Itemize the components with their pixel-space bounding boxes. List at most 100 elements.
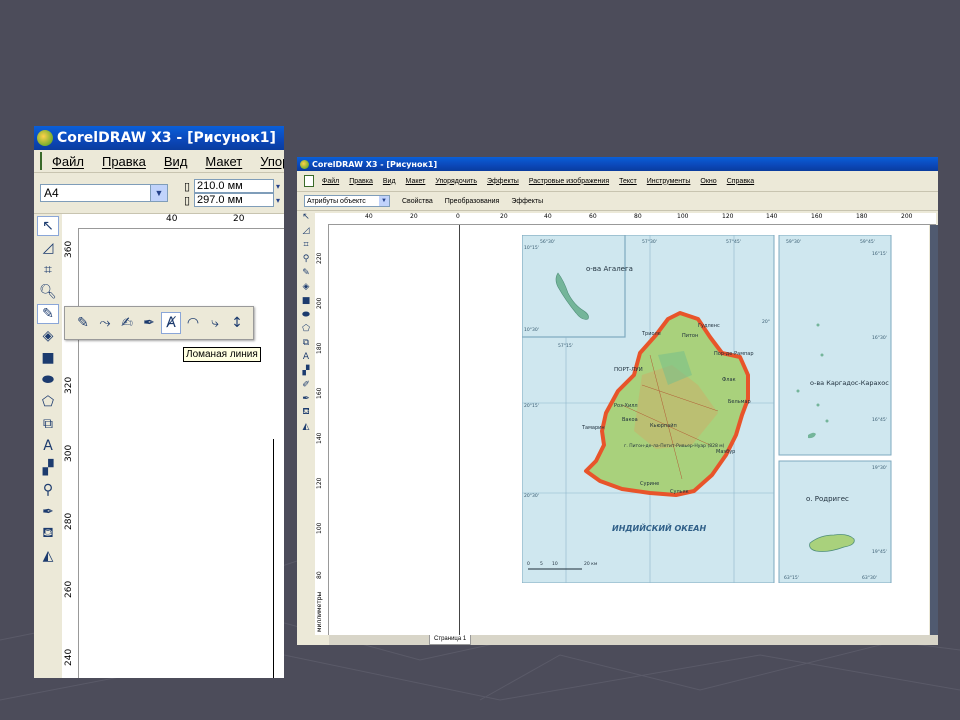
eyedropper-tool-icon[interactable]: ✐ — [299, 378, 313, 391]
bezier-icon[interactable]: ⤳ — [95, 312, 115, 334]
ellipse-tool-icon[interactable]: ⬬ — [299, 308, 313, 321]
interactive-fill-tool-icon[interactable]: ◭ — [299, 420, 313, 433]
menu-effects[interactable]: Эффекты — [487, 178, 519, 185]
fill-tool-icon[interactable]: ⛾ — [299, 406, 313, 419]
place-label: Гудленс — [698, 323, 720, 329]
polygon-tool-icon[interactable]: ⬠ — [37, 392, 59, 412]
3-point-curve-icon[interactable]: ◠ — [183, 312, 203, 334]
menu-edit[interactable]: Правка — [349, 178, 373, 185]
menu-arrange[interactable]: Упор — [260, 154, 284, 169]
menu-bitmaps[interactable]: Растровые изображения — [529, 178, 609, 185]
basic-shapes-tool-icon[interactable]: ⧉ — [299, 336, 313, 349]
coord-label: 59°45' — [860, 239, 875, 245]
menu-file[interactable]: Файл — [322, 178, 339, 185]
coreldraw-window-zoomed: CorelDRAW X3 - [Рисунок1] Файл Правка Ви… — [34, 126, 284, 678]
pen-icon[interactable]: ✒ — [139, 312, 159, 334]
transform-button[interactable]: Преобразования — [445, 198, 500, 205]
rectangle-tool-icon[interactable]: ■ — [299, 294, 313, 307]
drawing-canvas[interactable] — [79, 229, 284, 678]
dimension-icon[interactable]: ↕ — [227, 312, 247, 334]
properties-button[interactable]: Свойства — [402, 198, 433, 205]
menu-view[interactable]: Вид — [164, 154, 188, 169]
interactive-blend-tool-icon[interactable]: ▞ — [37, 458, 59, 478]
zoom-tool-icon[interactable]: 🔍︎ — [37, 282, 59, 302]
effects-button[interactable]: Эффекты — [511, 198, 543, 205]
zoom-tool-icon[interactable]: ⚲ — [299, 252, 313, 265]
coreldraw-app-icon — [37, 130, 53, 146]
scale-label: 0 — [527, 561, 530, 567]
place-label: Роз-Хилл — [614, 403, 638, 409]
freehand-icon[interactable]: ✎ — [73, 312, 93, 334]
polyline-icon[interactable]: Ⱥ — [161, 312, 181, 334]
vruler-label: 360 — [64, 240, 74, 258]
vruler-label: 220 — [316, 252, 323, 264]
pick-tool-icon[interactable]: ↖ — [37, 216, 59, 236]
page-navigator[interactable]: Страница 1 — [329, 635, 938, 645]
hruler-label: 160 — [811, 213, 823, 220]
outline-tool-icon[interactable]: ✒ — [37, 502, 59, 522]
horizontal-ruler[interactable]: 40 20 0 20 40 60 80 100 120 140 160 180 … — [315, 213, 936, 225]
menu-view[interactable]: Вид — [383, 178, 396, 185]
height-spinner-icon[interactable]: ▾ — [276, 196, 284, 205]
menu-layout[interactable]: Макет — [205, 154, 242, 169]
coord-label: 57°30' — [642, 239, 657, 245]
vertical-scrollbar[interactable] — [930, 225, 938, 635]
menu-text[interactable]: Текст — [619, 178, 637, 185]
menu-window[interactable]: Окно — [700, 178, 716, 185]
basic-shapes-tool-icon[interactable]: ⧉ — [37, 414, 59, 434]
drawing-canvas[interactable]: о-ва Агалега о-ва Каргадос-Карахос о. Ро… — [329, 225, 929, 635]
crop-tool-icon[interactable]: ⌗ — [299, 238, 313, 251]
object-attributes-select[interactable]: Атрибуты объектс ▼ — [304, 195, 390, 207]
horizontal-ruler[interactable]: 40 20 0 — [62, 214, 284, 229]
menu-tools[interactable]: Инструменты — [647, 178, 691, 185]
pick-tool-icon[interactable]: ↖ — [299, 210, 313, 223]
coord-label: 16°15' — [872, 251, 887, 257]
page-tab[interactable]: Страница 1 — [429, 635, 472, 645]
smart-fill-tool-icon[interactable]: ◈ — [299, 280, 313, 293]
page-border — [459, 225, 460, 635]
shape-tool-icon[interactable]: ◿ — [299, 224, 313, 237]
title-bar: CorelDRAW X3 - [Рисунок1] — [297, 157, 938, 171]
hruler-label: 180 — [856, 213, 868, 220]
rectangle-tool-icon[interactable]: ■ — [37, 348, 59, 368]
menu-edit[interactable]: Правка — [102, 154, 146, 169]
fill-tool-icon[interactable]: ⛾ — [37, 524, 59, 544]
menu-help[interactable]: Справка — [727, 178, 754, 185]
text-tool-icon[interactable]: A — [299, 350, 313, 363]
freehand-tool-icon[interactable]: ✎ — [299, 266, 313, 279]
ellipse-tool-icon[interactable]: ⬬ — [37, 370, 59, 390]
document-icon[interactable] — [40, 152, 42, 170]
document-icon[interactable] — [304, 175, 314, 187]
interactive-blend-tool-icon[interactable]: ▞ — [299, 364, 313, 377]
page-width-field[interactable]: 210.0 мм — [194, 179, 274, 193]
polygon-tool-icon[interactable]: ⬠ — [299, 322, 313, 335]
text-tool-icon[interactable]: A — [37, 436, 59, 456]
width-spinner-icon[interactable]: ▾ — [276, 182, 284, 191]
freehand-tool-icon[interactable]: ✎ — [37, 304, 59, 324]
outline-tool-icon[interactable]: ✒ — [299, 392, 313, 405]
shape-tool-icon[interactable]: ◿ — [37, 238, 59, 258]
cargados-label: о-ва Каргадос-Карахос — [810, 379, 889, 387]
property-bar: A4 ▼ ▯ 210.0 мм ▾ ▯ 297.0 мм ▾ — [34, 173, 284, 214]
eyedropper-tool-icon[interactable]: ⚲ — [37, 480, 59, 500]
vertical-ruler[interactable]: 220 200 180 160 140 120 100 80 миллиметр… — [315, 224, 329, 635]
menu-file[interactable]: Файл — [52, 154, 84, 169]
chevron-down-icon[interactable]: ▼ — [149, 185, 167, 201]
curve-tools-flyout: ✎ ⤳ ✍ ✒ Ⱥ ◠ ⤷ ↕ — [64, 306, 254, 340]
menu-bar: Файл Правка Вид Макет Упор — [34, 150, 284, 173]
menu-arrange[interactable]: Упорядочить — [435, 178, 477, 185]
interactive-fill-tool-icon[interactable]: ◭ — [37, 546, 59, 566]
chevron-down-icon[interactable]: ▼ — [379, 196, 389, 206]
menu-layout[interactable]: Макет — [406, 178, 426, 185]
connector-icon[interactable]: ⤷ — [205, 312, 225, 334]
vertical-ruler[interactable]: 360 340 320 300 280 260 240 — [62, 228, 79, 678]
mauritius-map[interactable]: о-ва Агалега о-ва Каргадос-Карахос о. Ро… — [522, 235, 894, 583]
page-size-select[interactable]: A4 ▼ — [40, 184, 168, 202]
agalega-label: о-ва Агалега — [586, 265, 633, 273]
artistic-media-icon[interactable]: ✍ — [117, 312, 137, 334]
ocean-label: ИНДИЙСКИЙ ОКЕАН — [612, 522, 706, 533]
hruler-label: 0 — [456, 213, 460, 220]
page-height-field[interactable]: 297.0 мм — [194, 193, 274, 207]
crop-tool-icon[interactable]: ⌗ — [37, 260, 59, 280]
smart-fill-tool-icon[interactable]: ◈ — [37, 326, 59, 346]
